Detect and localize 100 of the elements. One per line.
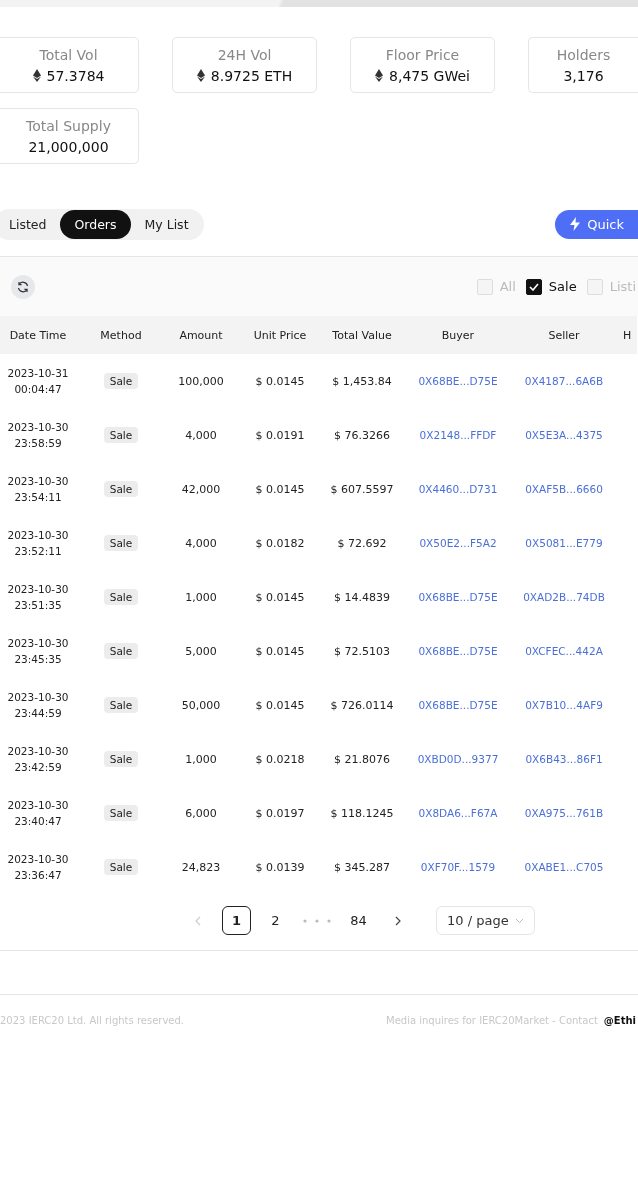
table-cell-text: 5,000: [184, 643, 218, 660]
column-header: Method: [81, 316, 161, 354]
address-link[interactable]: 0XAD2B...74DB: [523, 590, 605, 603]
table-cell-text: 1,000: [184, 751, 218, 768]
table-cell-text: $ 607.5597: [329, 481, 395, 498]
table-cell-text: $ 0.0191: [254, 427, 306, 444]
table-cell-text: $ 76.3266: [333, 427, 391, 444]
method-tag: Sale: [103, 859, 139, 875]
table-cell-text: 4,000: [184, 427, 218, 444]
table-cell-text: 4,000: [184, 535, 218, 552]
address-link[interactable]: 0X68BE...D75E: [418, 644, 498, 657]
method-tag: Sale: [103, 481, 139, 497]
page-size-select[interactable]: 10 / page: [436, 906, 535, 935]
tab[interactable]: Listed: [0, 209, 61, 239]
table-cell-text: 24,823: [180, 859, 222, 876]
stat-value: 8,475 GWei: [389, 67, 470, 84]
tab[interactable]: My List: [130, 209, 203, 239]
column-header: Seller: [511, 316, 617, 354]
table-cell-text: $ 0.0139: [254, 859, 306, 876]
stat-value: 8.9725 ETH: [210, 67, 293, 84]
column-header: Date Time: [0, 316, 81, 354]
address-link[interactable]: 0X4460...D731: [418, 482, 498, 495]
address-link[interactable]: 0X68BE...D75E: [418, 590, 498, 603]
table-cell: 2023-10-31 00:04:47: [0, 354, 81, 408]
address-link[interactable]: 0XA975...761B: [524, 806, 604, 819]
method-tag: Sale: [103, 373, 139, 389]
table-cell-text: $ 0.0145: [254, 643, 306, 660]
column-header: Buyer: [405, 316, 511, 354]
address-link[interactable]: 0XAF5B...6660: [525, 482, 603, 495]
table-cell-text: $ 14.4839: [333, 589, 391, 606]
lightning-icon: [570, 217, 581, 231]
table-cell-text: 2023-10-30 23:54:11: [6, 474, 70, 505]
address-link[interactable]: 0XCFEC...442A: [525, 644, 603, 657]
stat-label: Total Supply: [26, 117, 111, 134]
column-header: H: [617, 316, 637, 354]
table-cell-text: 2023-10-30 23:40:47: [6, 798, 70, 829]
table-cell-text: 42,000: [180, 481, 222, 498]
table-cell-text: $ 345.287: [333, 859, 391, 876]
table-cell-text: $ 726.0114: [329, 697, 395, 714]
table-cell-text: $ 72.692: [336, 535, 388, 552]
table-cell: $ 0.0145: [241, 354, 319, 408]
page-button[interactable]: 2: [261, 906, 290, 935]
table-cell-text: $ 0.0145: [254, 697, 306, 714]
table-cell-text: 6,000: [184, 805, 218, 822]
table-cell-text: 50,000: [180, 697, 222, 714]
address-link[interactable]: 0X68BE...D75E: [418, 374, 498, 387]
ellipsis-icon: [302, 918, 332, 923]
table-cell-text: 2023-10-30 23:36:47: [6, 852, 70, 883]
ethereum-icon: [32, 69, 41, 82]
table-cell-text: $ 72.5103: [333, 643, 391, 660]
table-cell-text: $ 118.1245: [329, 805, 395, 822]
table-cell-text: $ 0.0218: [254, 751, 306, 768]
address-link[interactable]: 0XABE1...C705: [524, 860, 604, 873]
method-tag: Sale: [103, 643, 139, 659]
column-header: Unit Price: [241, 316, 319, 354]
table-cell-text: 2023-10-30 23:58:59: [6, 420, 70, 451]
address-link[interactable]: 0XF70F...1579: [420, 860, 496, 873]
address-link[interactable]: 0X4187...6A6B: [524, 374, 604, 387]
stat-value: 3,176: [563, 67, 604, 84]
tab[interactable]: Orders: [60, 209, 131, 239]
address-link[interactable]: 0XBD0D...9377: [417, 752, 499, 765]
table-cell-text: 2023-10-30 23:51:35: [6, 582, 70, 613]
stat-label: 24H Vol: [217, 46, 272, 63]
address-link[interactable]: 0X2148...FFDF: [419, 428, 497, 441]
address-link[interactable]: 0X5E3A...4375: [525, 428, 603, 441]
table-cell-text: $ 0.0197: [254, 805, 306, 822]
page-button[interactable]: 84: [344, 906, 373, 935]
refresh-icon: [17, 280, 29, 293]
method-tag: Sale: [103, 589, 139, 605]
table-cell-text: 1,000: [184, 589, 218, 606]
table-cell-text: $ 0.0182: [254, 535, 306, 552]
page-button[interactable]: 1: [222, 906, 251, 935]
ethereum-icon: [196, 69, 205, 82]
table-cell-text: $ 0.0145: [254, 481, 306, 498]
table-cell: 100,000: [161, 354, 241, 408]
filter-checkbox[interactable]: Sale: [525, 278, 577, 295]
address-link[interactable]: 0X7B10...4AF9: [525, 698, 603, 711]
address-link[interactable]: 0X50E2...F5A2: [419, 536, 497, 549]
stat-label: Total Vol: [39, 46, 98, 63]
ethereum-icon: [375, 69, 384, 82]
address-link[interactable]: 0X6B43...86F1: [525, 752, 603, 765]
stat-value: 57.3784: [46, 67, 105, 84]
column-header: Total Value: [319, 316, 405, 354]
address-link[interactable]: 0X68BE...D75E: [418, 698, 498, 711]
chevron-right-icon: [394, 915, 401, 926]
quick-button[interactable]: Quick: [555, 209, 638, 239]
stat-value: 21,000,000: [28, 138, 109, 155]
address-link[interactable]: 0X5081...E779: [525, 536, 603, 549]
table-cell: $ 1,453.84: [319, 354, 405, 408]
address-link[interactable]: 0X8DA6...F67A: [418, 806, 498, 819]
table-cell-text: 2023-10-30 23:44:59: [6, 690, 70, 721]
method-tag: Sale: [103, 805, 139, 821]
table-cell-text: $ 21.8076: [333, 751, 391, 768]
chevron-down-icon: [514, 917, 524, 924]
refresh-button[interactable]: [11, 274, 35, 299]
chevron-left-icon: [194, 915, 201, 926]
stat-label: Holders: [556, 46, 611, 63]
method-tag: Sale: [103, 535, 139, 551]
table-cell-text: 2023-10-30 23:42:59: [6, 744, 70, 775]
contact-link[interactable]: @Ethi: [603, 1015, 636, 1026]
